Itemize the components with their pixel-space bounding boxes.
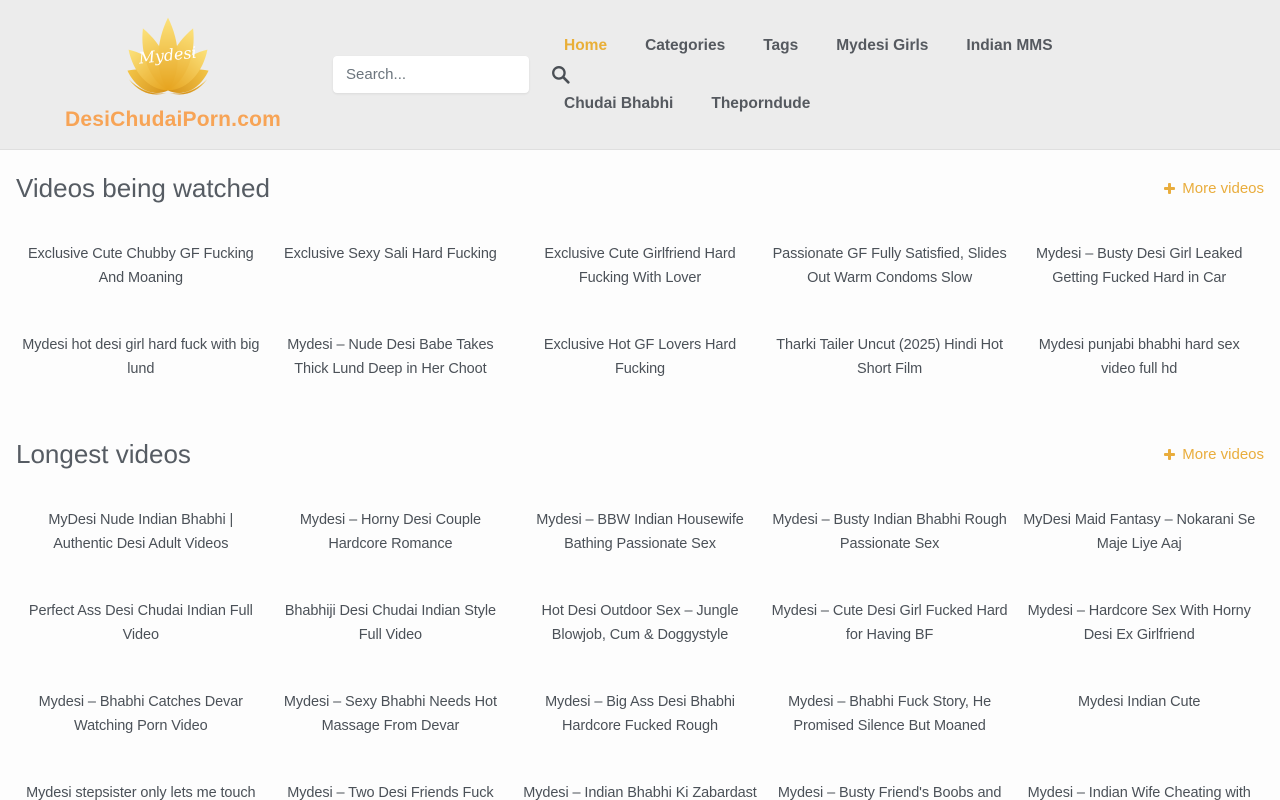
video-title-link[interactable]: Mydesi – Cute Desi Girl Fucked Hard for … [765, 599, 1015, 647]
plus-icon [1164, 183, 1175, 194]
video-title-link[interactable]: Exclusive Cute Chubby GF Fucking And Moa… [16, 242, 266, 290]
video-title-link[interactable]: Mydesi hot desi girl hard fuck with big … [16, 333, 266, 381]
video-title-link[interactable]: Bhabhiji Desi Chudai Indian Style Full V… [266, 599, 516, 647]
section-videos-being-watched: Videos being watched More videos Exclusi… [16, 172, 1264, 381]
video-title-link[interactable]: Mydesi – Nude Desi Babe Takes Thick Lund… [266, 333, 516, 381]
video-title-link[interactable]: Exclusive Sexy Sali Hard Fucking [266, 242, 516, 290]
section-head: Videos being watched More videos [16, 172, 1264, 204]
video-title-link[interactable]: Mydesi – Big Ass Desi Bhabhi Hardcore Fu… [515, 690, 765, 738]
video-title-link[interactable]: Mydesi – Two Desi Friends Fuck Horny Mai… [266, 781, 516, 800]
nav-item-theporndude[interactable]: Theporndude [692, 75, 829, 133]
site-logo[interactable]: Mydesi DesiChudaiPorn.com [65, 8, 270, 132]
more-videos-label: More videos [1182, 446, 1264, 463]
video-title-link[interactable]: Mydesi – Indian Wife Cheating with Neigh… [1014, 781, 1264, 800]
section-title: Videos being watched [16, 172, 270, 204]
video-title-link[interactable]: Exclusive Cute Girlfriend Hard Fucking W… [515, 242, 765, 290]
main-nav: Home Categories Tags Mydesi Girls Indian… [545, 17, 1205, 133]
video-title-link[interactable]: Hot Desi Outdoor Sex – Jungle Blowjob, C… [515, 599, 765, 647]
video-title-link[interactable]: Mydesi Indian Cute [1014, 690, 1264, 738]
nav-item-tags[interactable]: Tags [744, 17, 817, 75]
video-grid: MyDesi Nude Indian Bhabhi | Authentic De… [16, 508, 1264, 800]
video-title-link[interactable]: Mydesi – Indian Bhabhi Ki Zabardast Chud… [515, 781, 765, 800]
search-box [333, 56, 529, 93]
more-videos-label: More videos [1182, 180, 1264, 197]
video-title-link[interactable]: Exclusive Hot GF Lovers Hard Fucking [515, 333, 765, 381]
video-title-link[interactable]: Mydesi – Busty Desi Girl Leaked Getting … [1014, 242, 1264, 290]
video-grid: Exclusive Cute Chubby GF Fucking And Moa… [16, 242, 1264, 381]
video-title-link[interactable]: Mydesi punjabi bhabhi hard sex video ful… [1014, 333, 1264, 381]
video-title-link[interactable]: Mydesi – BBW Indian Housewife Bathing Pa… [515, 508, 765, 556]
nav-item-categories[interactable]: Categories [626, 17, 744, 75]
video-title-link[interactable]: Perfect Ass Desi Chudai Indian Full Vide… [16, 599, 266, 647]
video-title-link[interactable]: Mydesi – Bhabhi Catches Devar Watching P… [16, 690, 266, 738]
more-videos-link[interactable]: More videos [1164, 446, 1264, 463]
video-title-link[interactable]: Mydesi – Horny Desi Couple Hardcore Roma… [266, 508, 516, 556]
video-title-link[interactable]: MyDesi Nude Indian Bhabhi | Authentic De… [16, 508, 266, 556]
section-longest-videos: Longest videos More videos MyDesi Nude I… [16, 438, 1264, 800]
video-title-link[interactable]: Passionate GF Fully Satisfied, Slides Ou… [765, 242, 1015, 290]
more-videos-link[interactable]: More videos [1164, 180, 1264, 197]
video-title-link[interactable]: Mydesi stepsister only lets me touch her… [16, 781, 266, 800]
nav-item-chudai-bhabhi[interactable]: Chudai Bhabhi [545, 75, 692, 133]
plus-icon [1164, 449, 1175, 460]
main-content: Videos being watched More videos Exclusi… [0, 172, 1280, 800]
video-title-link[interactable]: Mydesi – Busty Indian Bhabhi Rough Passi… [765, 508, 1015, 556]
nav-item-mydesi-girls[interactable]: Mydesi Girls [817, 17, 947, 75]
nav-item-home[interactable]: Home [545, 17, 626, 75]
video-title-link[interactable]: MyDesi Maid Fantasy – Nokarani Se Maje L… [1014, 508, 1264, 556]
video-title-link[interactable]: Tharki Tailer Uncut (2025) Hindi Hot Sho… [765, 333, 1015, 381]
search-input[interactable] [333, 66, 545, 83]
video-title-link[interactable]: Mydesi – Bhabhi Fuck Story, He Promised … [765, 690, 1015, 738]
section-title: Longest videos [16, 438, 191, 470]
nav-item-indian-mms[interactable]: Indian MMS [947, 17, 1071, 75]
lotus-logo-icon: Mydesi [112, 8, 224, 102]
site-name: DesiChudaiPorn.com [65, 108, 270, 132]
video-title-link[interactable]: Mydesi – Busty Friend's Boobs and Pussy … [765, 781, 1015, 800]
section-head: Longest videos More videos [16, 438, 1264, 470]
video-title-link[interactable]: Mydesi – Sexy Bhabhi Needs Hot Massage F… [266, 690, 516, 738]
site-header: Mydesi DesiChudaiPorn.com Home Categorie… [0, 0, 1280, 150]
video-title-link[interactable]: Mydesi – Hardcore Sex With Horny Desi Ex… [1014, 599, 1264, 647]
